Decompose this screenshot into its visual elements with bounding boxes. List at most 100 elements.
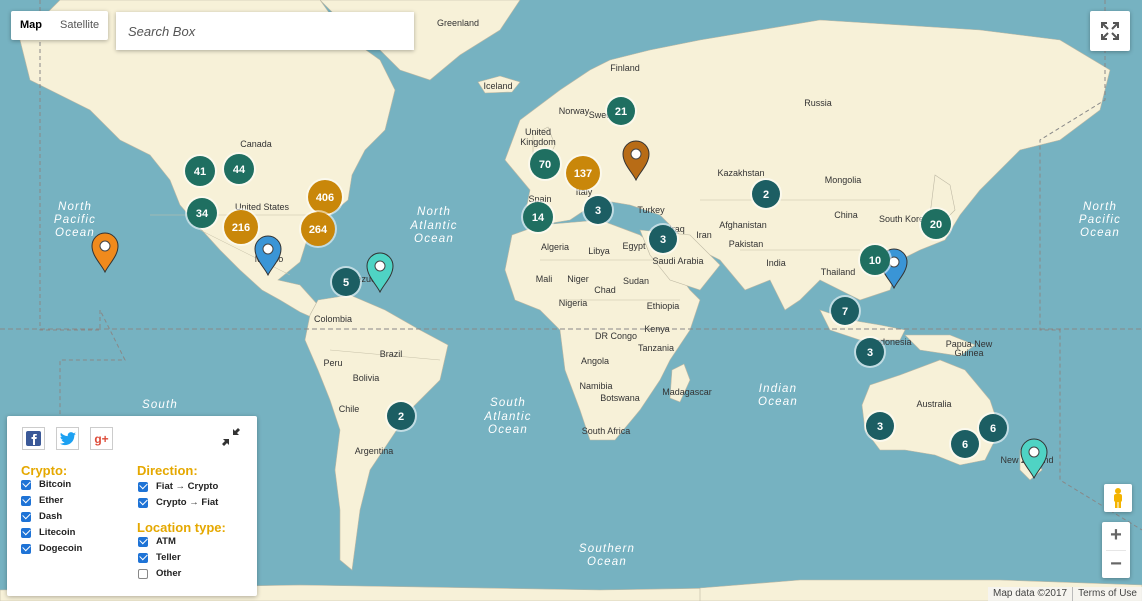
facebook-share-button[interactable]	[22, 427, 45, 450]
cluster-malaysia[interactable]: 7	[829, 295, 861, 327]
label-finland: Finland	[610, 63, 640, 73]
crypto-checkbox-litecoin[interactable]: Litecoin	[21, 527, 75, 538]
cluster-balkans[interactable]: 3	[582, 194, 614, 226]
label-canada: Canada	[240, 139, 272, 149]
terms-link[interactable]: Terms of Use	[1072, 587, 1142, 601]
cluster-us-west[interactable]: 34	[185, 196, 219, 230]
google-plus-share-button[interactable]: g+	[90, 427, 113, 450]
label-thailand: Thailand	[821, 267, 856, 277]
direction-title: Direction:	[137, 463, 198, 478]
checkbox-icon[interactable]	[138, 568, 148, 579]
cluster-count: 70	[539, 159, 551, 171]
cluster-canada-central[interactable]: 44	[222, 152, 256, 186]
cluster-south-america[interactable]: 2	[385, 400, 417, 432]
cluster-uk[interactable]: 70	[528, 147, 562, 181]
label-kenya: Kenya	[644, 324, 670, 334]
cluster-us-south[interactable]: 216	[222, 208, 260, 246]
cluster-china-south[interactable]: 10	[858, 243, 892, 277]
label-ocean-sa-3: Ocean	[488, 424, 528, 436]
checkbox-icon[interactable]	[21, 511, 31, 522]
label-greenland: Greenland	[437, 18, 479, 28]
label-png-2: Guinea	[954, 348, 983, 358]
cluster-caribbean[interactable]: 5	[330, 266, 362, 298]
cluster-canada-west[interactable]: 41	[183, 154, 217, 188]
cluster-count: 3	[867, 347, 873, 359]
cluster-europe[interactable]: 137	[564, 154, 602, 192]
crypto-checkbox-dogecoin[interactable]: Dogecoin	[21, 543, 82, 554]
label-ocean-np-w-1: North	[58, 201, 92, 213]
location-checkbox-teller[interactable]: Teller	[138, 552, 181, 563]
label-ocean-southern-1: Southern	[579, 543, 635, 555]
cluster-count: 34	[196, 208, 209, 220]
map-type-satellite-button[interactable]: Satellite	[51, 11, 108, 40]
search-input[interactable]	[116, 12, 414, 50]
checkbox-icon[interactable]	[138, 481, 148, 492]
label-dr-congo: DR Congo	[595, 331, 637, 341]
checkbox-label: Litecoin	[39, 527, 76, 538]
checkbox-label: Other	[156, 568, 182, 579]
label-mali: Mali	[536, 274, 553, 284]
checkbox-icon[interactable]	[21, 527, 31, 538]
google-plus-icon: g+	[94, 431, 109, 446]
checkbox-icon[interactable]	[21, 479, 31, 490]
cluster-count: 6	[990, 423, 996, 435]
cluster-australia-se[interactable]: 6	[949, 428, 981, 460]
cluster-japan[interactable]: 20	[919, 207, 953, 241]
fullscreen-button[interactable]	[1090, 11, 1130, 51]
location-checkbox-atm[interactable]: ATM	[138, 536, 176, 547]
zoom-out-button[interactable]: −	[1102, 551, 1130, 579]
label-ocean-sa-2: Atlantic	[483, 411, 531, 423]
cluster-count: 41	[194, 166, 206, 178]
location-checkbox-other[interactable]: Other	[138, 568, 181, 579]
cluster-scandinavia[interactable]: 21	[605, 95, 637, 127]
cluster-us-east[interactable]: 406	[306, 178, 344, 216]
facebook-icon	[26, 431, 41, 446]
label-nigeria: Nigeria	[559, 298, 588, 308]
label-ocean-na-2: Atlantic	[409, 220, 457, 232]
label-ethiopia: Ethiopia	[647, 301, 680, 311]
cluster-spain[interactable]: 14	[521, 200, 555, 234]
label-pakistan: Pakistan	[729, 239, 764, 249]
cluster-kazakhstan[interactable]: 2	[750, 178, 782, 210]
cluster-count: 20	[930, 219, 942, 231]
direction-checkbox-crypto-fiat[interactable]: Crypto → Fiat	[138, 497, 218, 508]
checkbox-label: Teller	[156, 552, 181, 563]
cluster-australia-east[interactable]: 6	[977, 412, 1009, 444]
label-iran: Iran	[696, 230, 712, 240]
checkbox-icon[interactable]	[138, 536, 148, 547]
checkbox-icon[interactable]	[21, 495, 31, 506]
cluster-us-southeast[interactable]: 264	[299, 210, 337, 248]
label-russia: Russia	[804, 98, 832, 108]
collapse-panel-button[interactable]	[221, 427, 243, 449]
label-chad: Chad	[594, 285, 616, 295]
cluster-australia-west[interactable]: 3	[864, 410, 896, 442]
label-india: India	[766, 258, 786, 268]
label-colombia: Colombia	[314, 314, 352, 324]
cluster-middle-east[interactable]: 3	[647, 223, 679, 255]
zoom-in-button[interactable]: +	[1102, 522, 1130, 550]
cluster-count: 6	[962, 439, 968, 451]
label-south-africa: South Africa	[582, 426, 631, 436]
map-type-map-button[interactable]: Map	[11, 11, 51, 40]
checkbox-icon[interactable]	[138, 552, 148, 563]
label-angola: Angola	[581, 356, 609, 366]
cluster-indonesia[interactable]: 3	[854, 336, 886, 368]
label-uk-2: Kingdom	[520, 137, 556, 147]
label-iceland: Iceland	[483, 81, 512, 91]
direction-checkbox-fiat-crypto[interactable]: Fiat → Crypto	[138, 481, 218, 492]
label-ocean-indian-1: Indian	[759, 383, 798, 395]
crypto-checkbox-ether[interactable]: Ether	[21, 495, 63, 506]
cluster-count: 14	[532, 212, 545, 224]
cluster-count: 7	[842, 306, 848, 318]
cluster-count: 5	[343, 277, 349, 289]
crypto-checkbox-dash[interactable]: Dash	[21, 511, 62, 522]
label-brazil: Brazil	[380, 349, 403, 359]
crypto-checkbox-bitcoin[interactable]: Bitcoin	[21, 479, 71, 490]
checkbox-icon[interactable]	[21, 543, 31, 554]
checkbox-icon[interactable]	[138, 497, 148, 508]
street-view-pegman[interactable]	[1104, 484, 1132, 512]
label-bolivia: Bolivia	[353, 373, 380, 383]
filter-panel: g+ Crypto: Bitcoin Ether Dash Litecoin Dogec…	[7, 416, 257, 596]
twitter-share-button[interactable]	[56, 427, 79, 450]
label-ocean-sp-1: South	[142, 399, 178, 411]
